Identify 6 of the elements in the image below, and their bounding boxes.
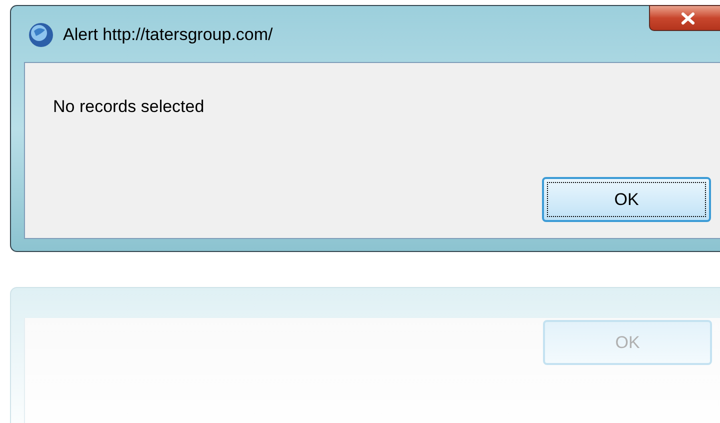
- close-icon: [680, 12, 694, 24]
- globe-icon: [28, 22, 54, 48]
- window-title: Alert http://tatersgroup.com/: [63, 24, 273, 46]
- message-text: No records selected: [53, 96, 206, 118]
- ok-button[interactable]: OK: [542, 177, 711, 222]
- close-button[interactable]: [649, 5, 720, 31]
